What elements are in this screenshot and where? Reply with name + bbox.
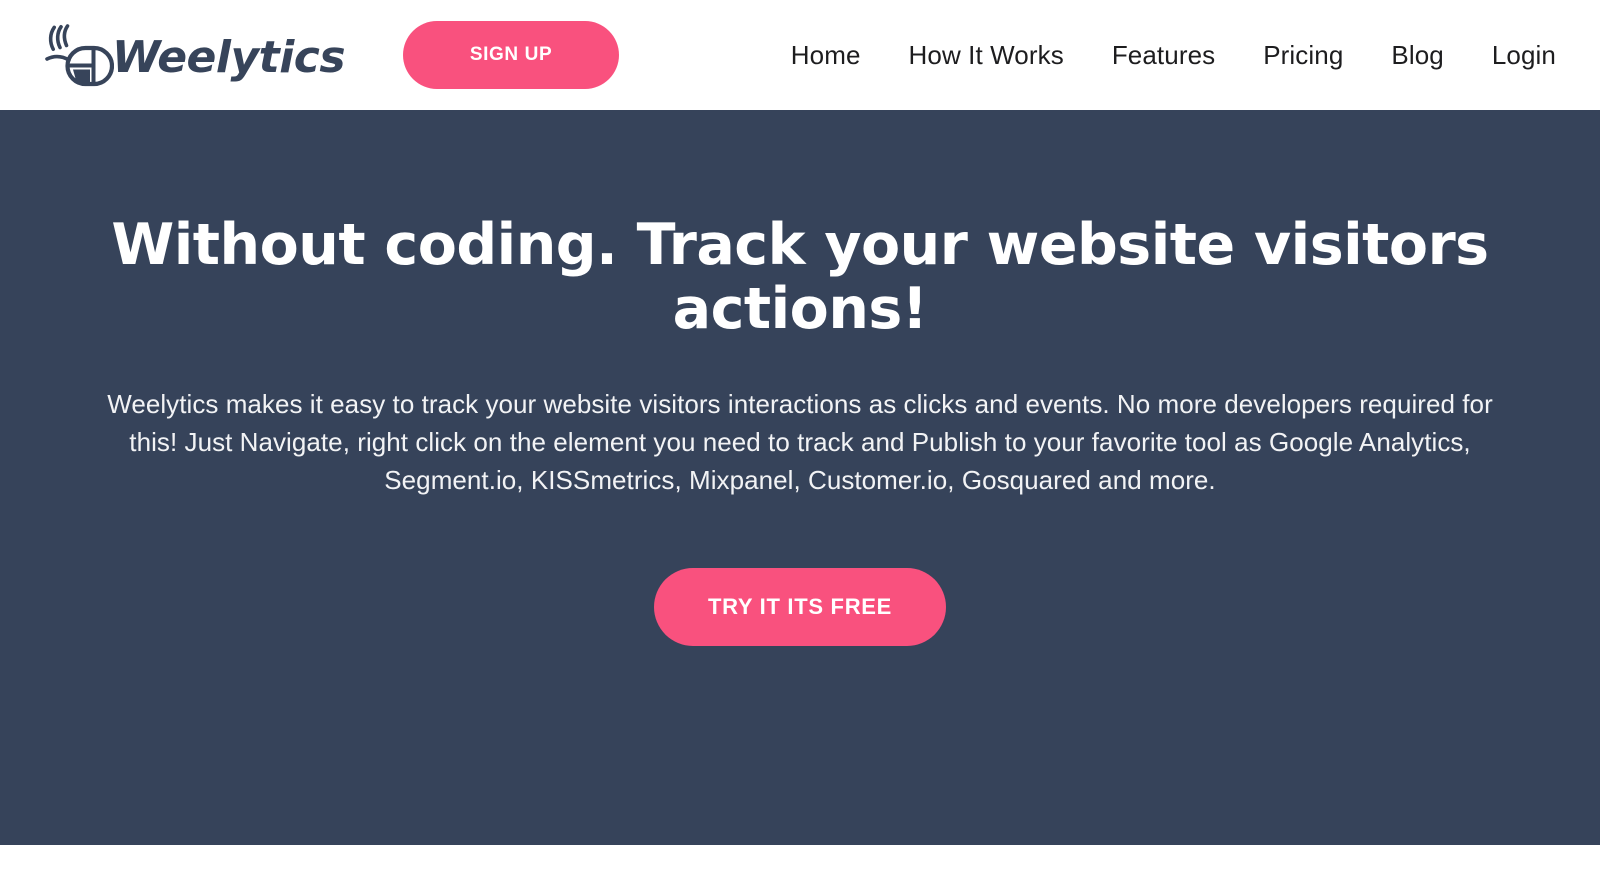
hero-subtitle: Weelytics makes it easy to track your we…	[85, 386, 1515, 500]
nav-item-login[interactable]: Login	[1468, 34, 1556, 77]
below-fold-area	[0, 845, 1600, 885]
brand-name: Weelytics	[112, 32, 346, 83]
main-navigation: Home How It Works Features Pricing Blog …	[773, 34, 1556, 77]
try-it-free-button[interactable]: TRY IT ITS FREE	[654, 567, 946, 646]
sign-up-button[interactable]: SIGN UP	[403, 21, 620, 89]
brand-logo-link[interactable]: Weelytics	[36, 20, 346, 90]
wireless-mouse-icon	[36, 20, 115, 90]
hero-title: Without coding. Track your website visit…	[111, 212, 1489, 342]
hero-section: Without coding. Track your website visit…	[0, 110, 1600, 845]
nav-item-how-it-works[interactable]: How It Works	[885, 34, 1088, 77]
nav-item-pricing[interactable]: Pricing	[1239, 34, 1367, 77]
nav-item-home[interactable]: Home	[773, 34, 885, 77]
hero-cta-container: TRY IT ITS FREE	[40, 567, 1560, 646]
hero-subtitle-line-3: KISSmetrics, Mixpanel, Customer.io, Gosq…	[530, 464, 1216, 495]
nav-item-blog[interactable]: Blog	[1367, 34, 1467, 77]
nav-item-features[interactable]: Features	[1088, 34, 1239, 77]
site-header: Weelytics SIGN UP Home How It Works Feat…	[0, 0, 1600, 110]
